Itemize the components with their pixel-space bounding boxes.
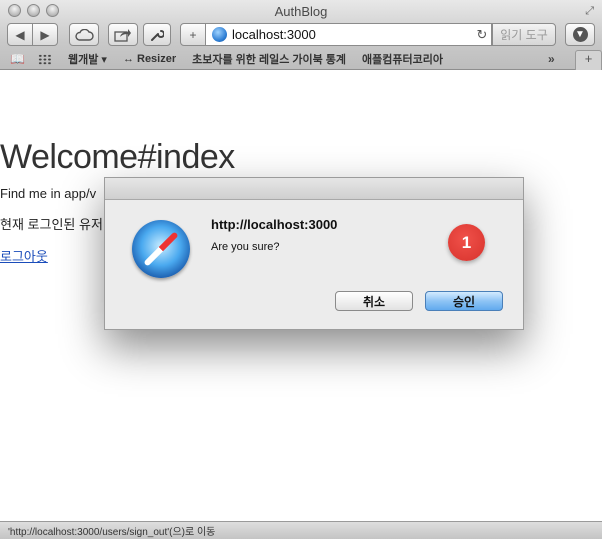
dialog-message: Are you sure? <box>211 241 280 253</box>
logout-link[interactable]: 로그아웃 <box>0 246 48 265</box>
page-text: Find me in app/v <box>0 186 97 201</box>
browser-window: AuthBlog ⤢ ◀ ▶ + localhost:3000 ↻ 읽기 도구 <box>0 0 602 539</box>
toolbar: ◀ ▶ + localhost:3000 ↻ 읽기 도구 ▼ <box>0 22 602 48</box>
bookmarks-bar: 📖 웹개발 ▾ ↔ Resizer 초보자를 위한 레일스 가이북 통계 애플컴… <box>0 49 602 69</box>
cancel-button[interactable]: 취소 <box>335 291 413 311</box>
more-bookmarks-icon[interactable]: » <box>548 52 555 66</box>
dialog-header <box>105 178 523 200</box>
title-bar: AuthBlog ⤢ <box>0 0 602 22</box>
tools-button[interactable] <box>143 23 171 46</box>
reader-button[interactable]: 읽기 도구 <box>492 23 556 46</box>
reload-icon[interactable]: ↻ <box>473 27 491 43</box>
top-sites-icon[interactable] <box>38 53 52 65</box>
page-title: Welcome#index <box>0 138 235 176</box>
new-tab-button[interactable]: + <box>575 50 602 70</box>
wrench-icon <box>151 29 164 41</box>
bookmark-item[interactable]: 애플컴퓨터코리아 <box>362 51 443 67</box>
forward-button[interactable]: ▶ <box>32 23 58 46</box>
compass-needle-icon <box>143 231 179 267</box>
back-arrow-icon: ◀ <box>15 27 25 42</box>
step-badge: 1 <box>448 224 485 261</box>
bookmark-item[interactable]: 웹개발 ▾ <box>68 51 107 67</box>
bookmark-item[interactable]: 초보자를 위한 레일스 가이북 통계 <box>192 51 346 67</box>
share-button[interactable] <box>108 23 138 46</box>
status-text: 'http://localhost:3000/users/sign_out'(으… <box>8 527 216 538</box>
safari-compass-icon <box>132 220 190 278</box>
browser-chrome: AuthBlog ⤢ ◀ ▶ + localhost:3000 ↻ 읽기 도구 <box>0 0 602 70</box>
status-bar: 'http://localhost:3000/users/sign_out'(으… <box>0 521 602 539</box>
dialog-title: http://localhost:3000 <box>211 217 338 232</box>
share-icon <box>114 28 131 42</box>
cloud-icon <box>75 28 94 41</box>
current-user-text: 현재 로그인된 유저 <box>0 217 103 232</box>
confirm-button[interactable]: 승인 <box>425 291 503 311</box>
bookmark-item[interactable]: ↔ Resizer <box>123 53 176 65</box>
download-icon: ▼ <box>572 27 588 42</box>
confirm-dialog: http://localhost:3000 Are you sure? 1 취소… <box>104 177 524 330</box>
globe-icon <box>212 27 227 42</box>
icloud-tabs-button[interactable] <box>69 23 99 46</box>
fullscreen-icon[interactable]: ⤢ <box>585 5 594 18</box>
address-bar[interactable]: localhost:3000 ↻ <box>206 23 492 46</box>
url-text[interactable]: localhost:3000 <box>232 27 473 42</box>
forward-arrow-icon: ▶ <box>40 27 50 42</box>
back-button[interactable]: ◀ <box>7 23 33 46</box>
downloads-button[interactable]: ▼ <box>565 23 595 46</box>
plus-icon: + <box>189 27 197 42</box>
window-title: AuthBlog <box>274 4 328 19</box>
reading-list-icon[interactable]: 📖 <box>10 52 28 66</box>
add-bookmark-button[interactable]: + <box>180 23 206 46</box>
